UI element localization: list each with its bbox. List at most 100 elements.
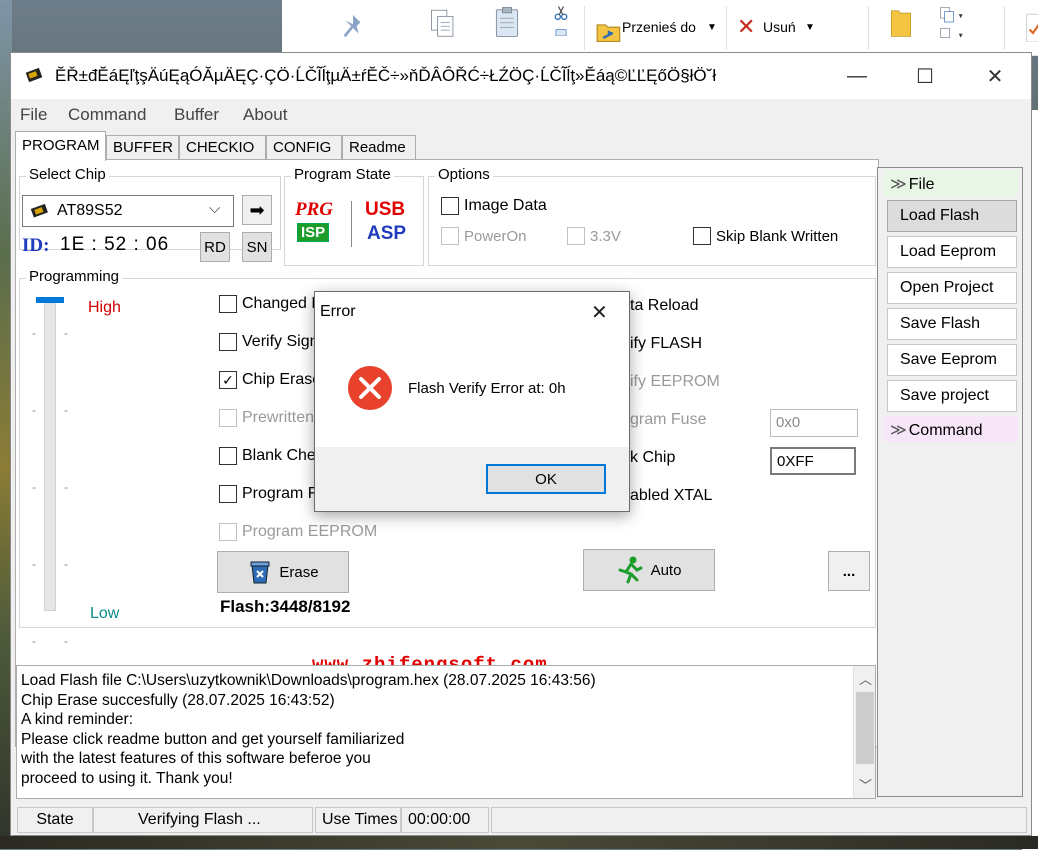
delete-icon: ✕ [737, 14, 756, 39]
slider-ticks: ----- [32, 326, 36, 648]
minimize-button[interactable]: — [823, 53, 891, 99]
checkbox-box [693, 227, 711, 245]
enabled-xtal-label[interactable]: abled XTAL [630, 487, 712, 505]
prg-indicator: PRG [295, 199, 333, 220]
tab-readme[interactable]: Readme [342, 135, 416, 161]
flash-info: Flash:3448/8192 [220, 597, 351, 616]
blank-check-checkbox[interactable]: Blank Chec [219, 447, 324, 465]
log-output[interactable]: Load Flash file C:\Users\uzytkownik\Down… [16, 665, 876, 799]
verify-signature-checkbox[interactable]: Verify Sign [219, 333, 318, 351]
verify-eeprom-label[interactable]: ify EEPROM [630, 373, 720, 391]
rd-button[interactable]: RD [200, 232, 230, 262]
program-eeprom-checkbox[interactable]: Program EEPROM [219, 523, 377, 541]
scroll-up-icon[interactable]: ︿ [859, 670, 872, 690]
asp-indicator: ASP [367, 223, 407, 244]
background-explorer-ribbon: Przenieś do ▼ ✕ Usuń ▼ ▼ ▼ [282, 0, 1038, 56]
usb-indicator: USB [365, 199, 406, 220]
status-bar: State Verifying Flash ... Use Times 00:0… [11, 805, 1031, 835]
ok-button[interactable]: OK [486, 464, 606, 494]
program-fuse-label[interactable]: gram Fuse [630, 411, 706, 429]
auto-button[interactable]: Auto [583, 549, 715, 591]
save-eeprom-button[interactable]: Save Eeprom [887, 344, 1017, 376]
speed-low-label: Low [90, 605, 120, 622]
fuse-value-field[interactable]: 0x0 [770, 409, 858, 437]
command-section-header[interactable]: ≫ Command [884, 416, 1018, 442]
menu-about[interactable]: About [243, 105, 287, 125]
checkbox-box [219, 409, 237, 427]
menu-command[interactable]: Command [68, 105, 146, 125]
log-scrollbar[interactable]: ︿ ﹀ [853, 666, 875, 798]
dialog-close-button[interactable]: ✕ [591, 300, 608, 325]
tab-buffer[interactable]: BUFFER [106, 135, 179, 161]
checkbox-box [441, 197, 459, 215]
chevron-down-icon: ≫ [890, 176, 907, 193]
error-dialog: Error ✕ Flash Verify Error at: 0h OK [314, 291, 630, 512]
chip-select[interactable]: AT89S52 ⌵ [22, 195, 234, 227]
chip-erase-checkbox[interactable]: ✓ Chip Erase [219, 371, 321, 389]
power-on-checkbox[interactable]: PowerOn [441, 227, 527, 245]
more-button[interactable]: ... [828, 551, 870, 591]
data-reload-label[interactable]: ta Reload [630, 297, 699, 315]
verify-flash-label[interactable]: ify FLASH [630, 335, 702, 353]
program-state-label: Program State [291, 166, 394, 183]
option-label: Chip Erase [242, 371, 322, 388]
log-line: Please click readme button and get yours… [21, 730, 405, 748]
lock-value-field[interactable]: 0XFF [770, 447, 856, 475]
arrow-right-button[interactable]: ➡ [242, 195, 272, 225]
delete-button[interactable]: Usuń [763, 19, 796, 35]
v33-checkbox[interactable]: 3.3V [567, 227, 621, 245]
use-times-value: 00:00:00 [401, 807, 489, 833]
programming-label: Programming [26, 268, 123, 285]
title-bar: ĔŘ±đĔáĘľţşÄúĘąÓĂµÄĘÇ·ÇÖ·ĹČĨĺţµÄ±ŕĔČ÷»ňĎÂ… [11, 53, 1031, 99]
menu-file[interactable]: File [20, 105, 47, 125]
image-data-checkbox[interactable]: Image Data [441, 197, 547, 215]
close-button[interactable]: ✕ [961, 53, 1029, 99]
tab-program[interactable]: PROGRAM [15, 131, 106, 161]
chip-id-value: 1E : 52 : 06 [60, 234, 170, 255]
desktop-wallpaper-bottom [0, 836, 1038, 849]
scroll-down-icon[interactable]: ﹀ [859, 776, 872, 796]
save-flash-button[interactable]: Save Flash [887, 308, 1017, 340]
skip-blank-checkbox[interactable]: Skip Blank Written [693, 227, 838, 245]
skip-blank-label: Skip Blank Written [716, 227, 839, 245]
side-panel: ≫ File Load Flash Load Eeprom Open Projec… [877, 167, 1023, 797]
tab-strip: PROGRAM BUFFER CHECKIO CONFIG Readme [11, 131, 881, 161]
arrow-right-icon: ➡ [249, 199, 265, 220]
scroll-thumb[interactable] [856, 692, 874, 764]
cut-icon [554, 6, 568, 36]
check-icon: ✓ [219, 371, 237, 389]
id-label: ID: [22, 235, 50, 256]
menu-buffer[interactable]: Buffer [174, 105, 219, 125]
tab-config[interactable]: CONFIG [266, 135, 342, 161]
load-eeprom-button[interactable]: Load Eeprom [887, 236, 1017, 268]
tab-checkio[interactable]: CHECKIO [179, 135, 266, 161]
menu-bar: File Command Buffer About [11, 99, 1031, 129]
lock-chip-label[interactable]: k Chip [630, 449, 675, 467]
log-line: with the latest features of this softwar… [21, 750, 371, 768]
open-project-button[interactable]: Open Project [887, 272, 1017, 304]
slider-ticks: ----- [64, 326, 68, 648]
erase-button[interactable]: Erase [217, 551, 349, 593]
sn-button[interactable]: SN [242, 232, 272, 262]
program-flash-checkbox[interactable]: Program F [219, 485, 318, 503]
speed-slider[interactable]: ----- ----- [28, 293, 72, 648]
prewritten-checkbox[interactable]: Prewritten [219, 409, 314, 427]
status-progress [491, 807, 1027, 833]
save-project-button[interactable]: Save project [887, 380, 1017, 412]
move-to-button[interactable]: Przenieś do [622, 19, 696, 35]
svg-text:▼: ▼ [958, 33, 964, 38]
changed-data-checkbox[interactable]: Changed D [219, 295, 323, 313]
running-man-icon [618, 556, 643, 584]
option-label: Blank Chec [242, 447, 324, 464]
load-flash-button[interactable]: Load Flash [887, 200, 1017, 232]
maximize-button[interactable]: ☐ [891, 53, 959, 99]
svg-text:▼: ▼ [958, 13, 964, 20]
folder-icon [891, 10, 911, 37]
file-section-header[interactable]: ≫ File [884, 170, 1018, 196]
pin-icon [343, 15, 361, 38]
state-divider [351, 201, 352, 247]
chip-name: AT89S52 [57, 202, 123, 219]
dialog-footer: OK [315, 447, 629, 511]
slider-thumb[interactable] [36, 297, 64, 303]
copy-path-icon: ▼ ▼ [940, 7, 964, 38]
